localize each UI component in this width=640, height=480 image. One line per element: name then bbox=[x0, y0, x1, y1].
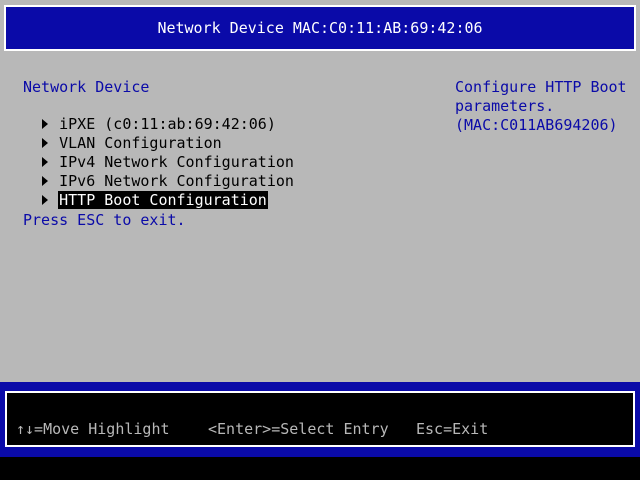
menu-item-vlan-configuration[interactable]: VLAN Configuration bbox=[6, 116, 223, 152]
help-panel: Configure HTTP Boot parameters. (MAC:C01… bbox=[455, 78, 635, 135]
menu-item-http-boot-configuration[interactable]: HTTP Boot Configuration bbox=[6, 173, 268, 209]
esc-exit-hint: Esc=Exit bbox=[416, 420, 489, 438]
menu-item-ipv4-network-configuration[interactable]: IPv4 Network Configuration bbox=[6, 135, 295, 171]
section-title: Network Device bbox=[23, 78, 150, 96]
select-entry-hint: <Enter>=Select Entry bbox=[208, 420, 389, 438]
page-title: Network Device MAC:C0:11:AB:69:42:06 bbox=[157, 19, 483, 37]
title-bar: Network Device MAC:C0:11:AB:69:42:06 bbox=[0, 0, 640, 60]
menu-item-ipv6-network-configuration[interactable]: IPv6 Network Configuration bbox=[6, 154, 295, 190]
menu-item-label: HTTP Boot Configuration bbox=[58, 191, 268, 209]
main-panel: Network Device iPXE (c0:11:ab:69:42:06) … bbox=[0, 60, 640, 382]
help-line: Configure HTTP Boot bbox=[455, 78, 627, 96]
help-line: (MAC:C011AB694206) bbox=[455, 116, 618, 134]
move-highlight-hint: ↑↓=Move Highlight bbox=[16, 420, 170, 438]
exit-hint: Press ESC to exit. bbox=[23, 211, 186, 229]
menu-item-ipxe[interactable]: iPXE (c0:11:ab:69:42:06) bbox=[6, 97, 277, 133]
right-triangle-icon bbox=[42, 194, 49, 205]
title-box: Network Device MAC:C0:11:AB:69:42:06 bbox=[4, 5, 636, 51]
footer-box bbox=[5, 391, 635, 447]
help-line: parameters. bbox=[455, 97, 555, 115]
